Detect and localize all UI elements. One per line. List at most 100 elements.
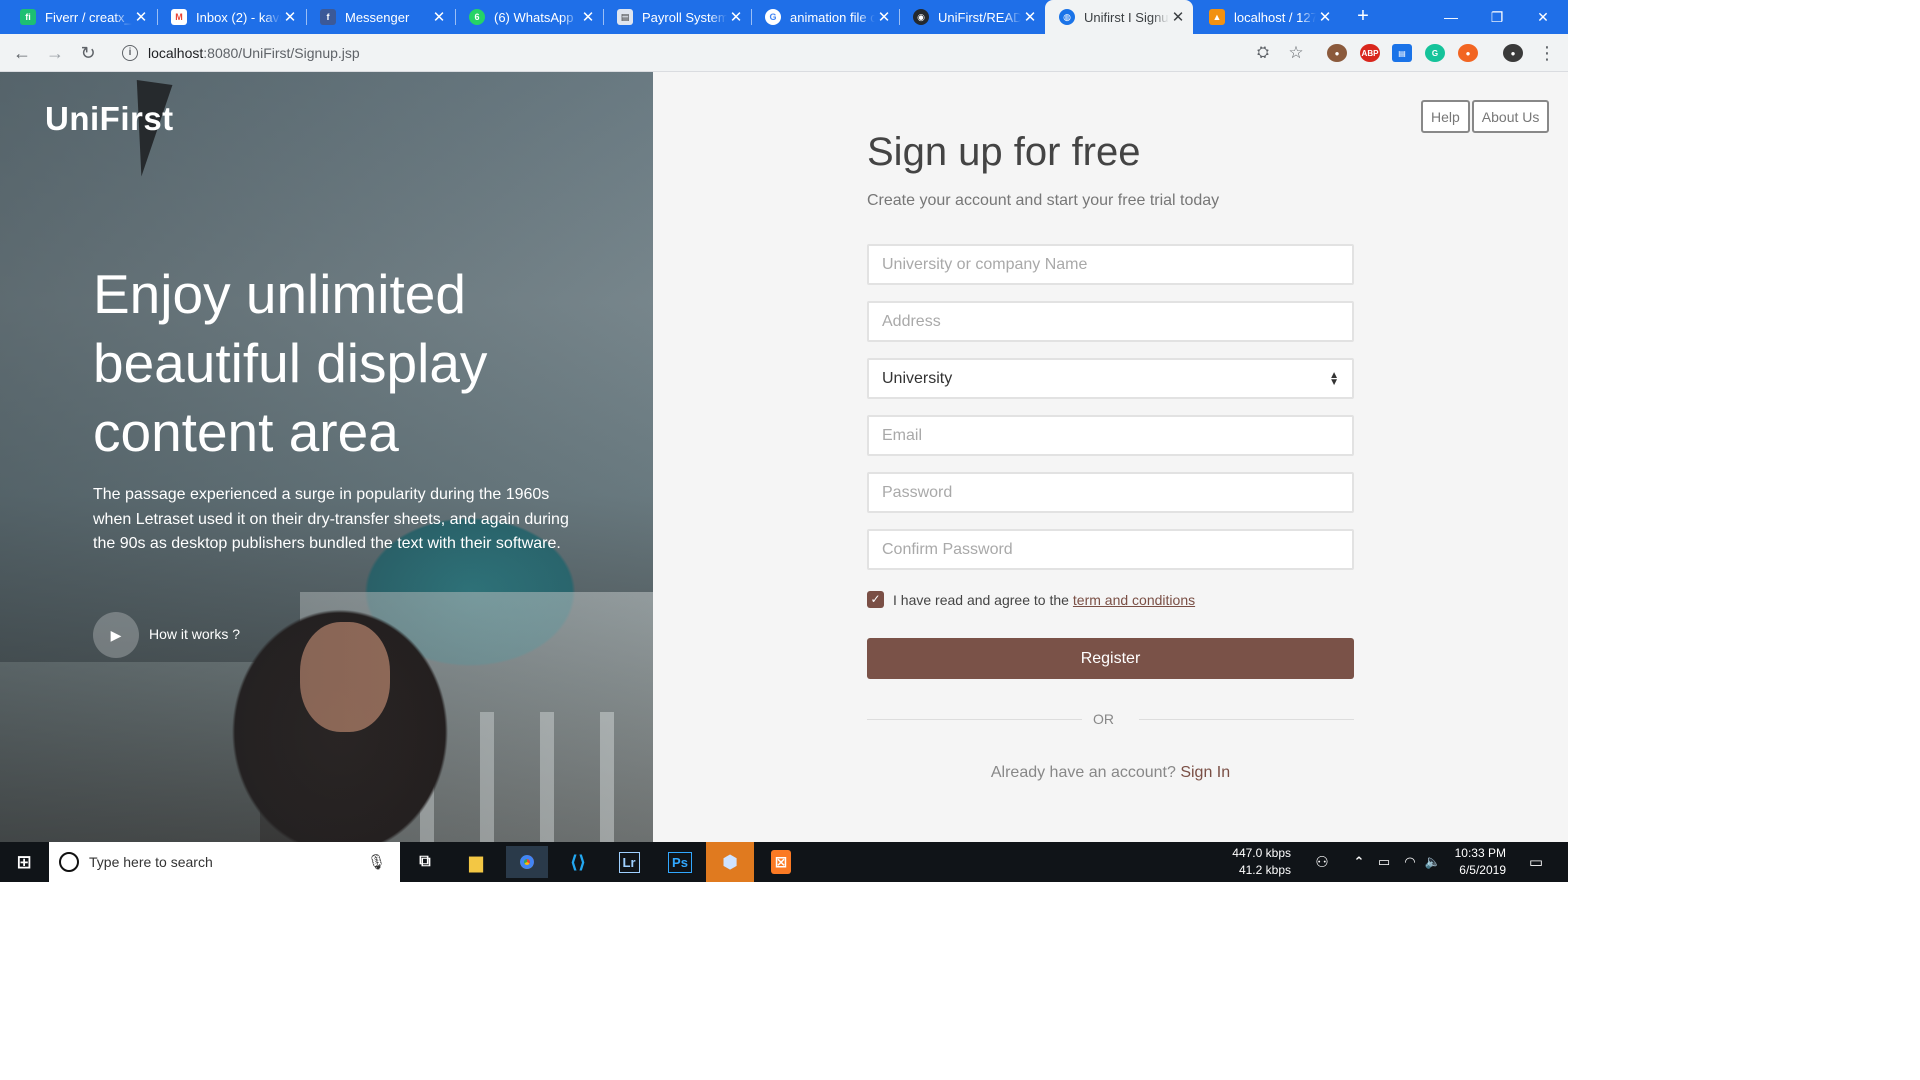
microphone-icon[interactable]: 🎙: [367, 853, 386, 871]
tab-title: (6) WhatsApp: [494, 9, 574, 25]
task-view-icon[interactable]: ⧉: [404, 846, 446, 878]
hero-paragraph: The passage experienced a surge in popul…: [93, 486, 569, 552]
windows-start-icon[interactable]: ⊞: [3, 846, 45, 878]
close-tab-icon[interactable]: ✕: [430, 8, 448, 26]
search-placeholder: Type here to search: [89, 854, 213, 870]
taskbar-search[interactable]: Type here to search 🎙: [49, 842, 400, 882]
email-input[interactable]: [867, 415, 1354, 456]
hero-headline: Enjoy unlimited beautiful display conten…: [93, 263, 488, 463]
tab-phpmyadmin[interactable]: ▲ localhost / 127 ✕: [1195, 0, 1340, 34]
organization-name-input[interactable]: [867, 244, 1354, 285]
people-icon[interactable]: ⚇: [1302, 846, 1342, 878]
wifi-icon[interactable]: ◠: [1398, 846, 1422, 878]
reload-icon[interactable]: ↻: [77, 42, 99, 64]
forward-arrow-icon[interactable]: →: [44, 42, 66, 64]
register-button[interactable]: Register: [867, 638, 1354, 679]
close-tab-icon[interactable]: ✕: [579, 8, 597, 26]
notifications-icon[interactable]: ▭: [1518, 846, 1554, 878]
window-close-icon[interactable]: ✕: [1520, 0, 1566, 34]
system-clock[interactable]: 10:33 PM 6/5/2019: [1444, 845, 1506, 879]
tab-payroll[interactable]: ▤ Payroll System ✕: [603, 0, 751, 34]
file-explorer-icon[interactable]: ▆: [455, 846, 497, 878]
close-tab-icon[interactable]: ✕: [1316, 8, 1334, 26]
organization-type-select[interactable]: University ▲ ▼: [867, 358, 1354, 399]
extension-icon[interactable]: ●: [1327, 44, 1347, 62]
brand-logo[interactable]: UniFirst: [45, 100, 174, 138]
page-subtitle: Create your account and start your free …: [867, 192, 1220, 209]
battery-icon[interactable]: ▭: [1372, 846, 1396, 878]
address-bar[interactable]: i localhost:8080/UniFirst/Signup.jsp: [112, 38, 1292, 68]
terms-checkbox[interactable]: ✓: [867, 591, 884, 608]
tab-title: Fiverr / creatx_c: [45, 9, 132, 25]
tab-github[interactable]: ◉ UniFirst/READM ✕: [899, 0, 1045, 34]
tab-messenger[interactable]: f Messenger ✕: [306, 0, 454, 34]
back-arrow-icon[interactable]: ←: [11, 42, 33, 64]
signup-panel: Help About Us Sign up for free Create yo…: [653, 72, 1568, 842]
address-input[interactable]: [867, 301, 1354, 342]
terms-agreement: ✓ I have read and agree to the term and …: [867, 591, 1195, 608]
network-speed: 447.0 kbps 41.2 kbps: [1205, 845, 1291, 879]
virtualbox-icon[interactable]: ⬢: [706, 842, 754, 882]
gmail-icon: M: [171, 9, 187, 25]
play-button[interactable]: ▶: [93, 612, 139, 658]
url-host: localhost: [148, 45, 204, 61]
lightroom-icon[interactable]: Lr: [608, 846, 650, 878]
url-path: :8080/UniFirst/Signup.jsp: [203, 45, 360, 61]
confirm-password-input[interactable]: [867, 529, 1354, 570]
tab-fiverr[interactable]: fi Fiverr / creatx_c ✕: [6, 0, 156, 34]
tab-gmail[interactable]: M Inbox (2) - kavi ✕: [157, 0, 305, 34]
whatsapp-icon: 6: [469, 9, 485, 25]
translate-icon[interactable]: ⛭: [1252, 42, 1274, 64]
minimize-icon[interactable]: —: [1428, 0, 1474, 34]
close-tab-icon[interactable]: ✕: [727, 8, 745, 26]
divider: [867, 719, 1082, 720]
cortana-icon: [59, 852, 79, 872]
hero-panel: UniFirst Enjoy unlimited beautiful displ…: [0, 72, 653, 842]
info-icon[interactable]: i: [122, 45, 138, 61]
help-button[interactable]: Help: [1421, 100, 1470, 133]
photoshop-icon[interactable]: Ps: [659, 846, 701, 878]
google-icon: G: [765, 9, 781, 25]
reader-extension-icon[interactable]: ▤: [1392, 44, 1412, 62]
tab-google[interactable]: G animation file c ✕: [751, 0, 899, 34]
xampp-icon[interactable]: ⊠: [760, 846, 802, 878]
password-input[interactable]: [867, 472, 1354, 513]
clock-time: 10:33 PM: [1454, 846, 1506, 860]
profile-avatar[interactable]: ●: [1503, 44, 1523, 62]
chrome-menu-icon[interactable]: ⋮: [1536, 42, 1558, 64]
payroll-icon: ▤: [617, 9, 633, 25]
new-tab-button[interactable]: +: [1352, 5, 1374, 27]
close-tab-icon[interactable]: ✕: [875, 8, 893, 26]
tab-whatsapp[interactable]: 6 (6) WhatsApp ✕: [455, 0, 603, 34]
restore-icon[interactable]: ❐: [1474, 0, 1520, 34]
tab-unifirst-signup[interactable]: ◍ Unifirst I Signu ✕: [1045, 0, 1193, 34]
vscode-icon[interactable]: ⟨⟩: [557, 846, 599, 878]
agree-text: I have read and agree to the: [893, 591, 1069, 608]
how-it-works-link[interactable]: How it works ?: [149, 626, 240, 642]
select-arrows-icon: ▲ ▼: [1329, 369, 1339, 388]
grammarly-icon[interactable]: G: [1425, 44, 1445, 62]
adblock-icon[interactable]: ABP: [1360, 44, 1380, 62]
play-icon: ▶: [110, 626, 122, 643]
terms-link[interactable]: term and conditions: [1073, 592, 1195, 608]
volume-icon[interactable]: 🔈: [1421, 846, 1445, 878]
facebook-icon: f: [320, 9, 336, 25]
net-down: 447.0 kbps: [1232, 846, 1291, 860]
postman-icon[interactable]: ●: [1458, 44, 1478, 62]
about-us-button[interactable]: About Us: [1471, 100, 1550, 133]
chrome-icon[interactable]: [506, 846, 548, 878]
windows-taskbar: ⊞ Type here to search 🎙 ⧉ ▆ ⟨⟩ Lr Ps ⬢ ⊠…: [0, 842, 1568, 882]
net-up: 41.2 kbps: [1238, 863, 1291, 877]
tab-title: animation file c: [790, 9, 875, 25]
tab-title: Messenger: [345, 9, 410, 25]
close-tab-icon[interactable]: ✕: [1021, 8, 1039, 26]
fiverr-icon: fi: [20, 9, 36, 25]
close-tab-icon[interactable]: ✕: [132, 8, 150, 26]
chevron-up-icon[interactable]: ⌃: [1345, 846, 1373, 878]
close-tab-icon[interactable]: ✕: [1169, 8, 1187, 26]
tab-title: Unifirst I Signu: [1084, 9, 1169, 25]
tab-title: localhost / 127: [1234, 9, 1316, 25]
close-tab-icon[interactable]: ✕: [281, 8, 299, 26]
bookmark-star-icon[interactable]: ☆: [1285, 42, 1307, 64]
sign-in-link[interactable]: Sign In: [1180, 764, 1230, 781]
